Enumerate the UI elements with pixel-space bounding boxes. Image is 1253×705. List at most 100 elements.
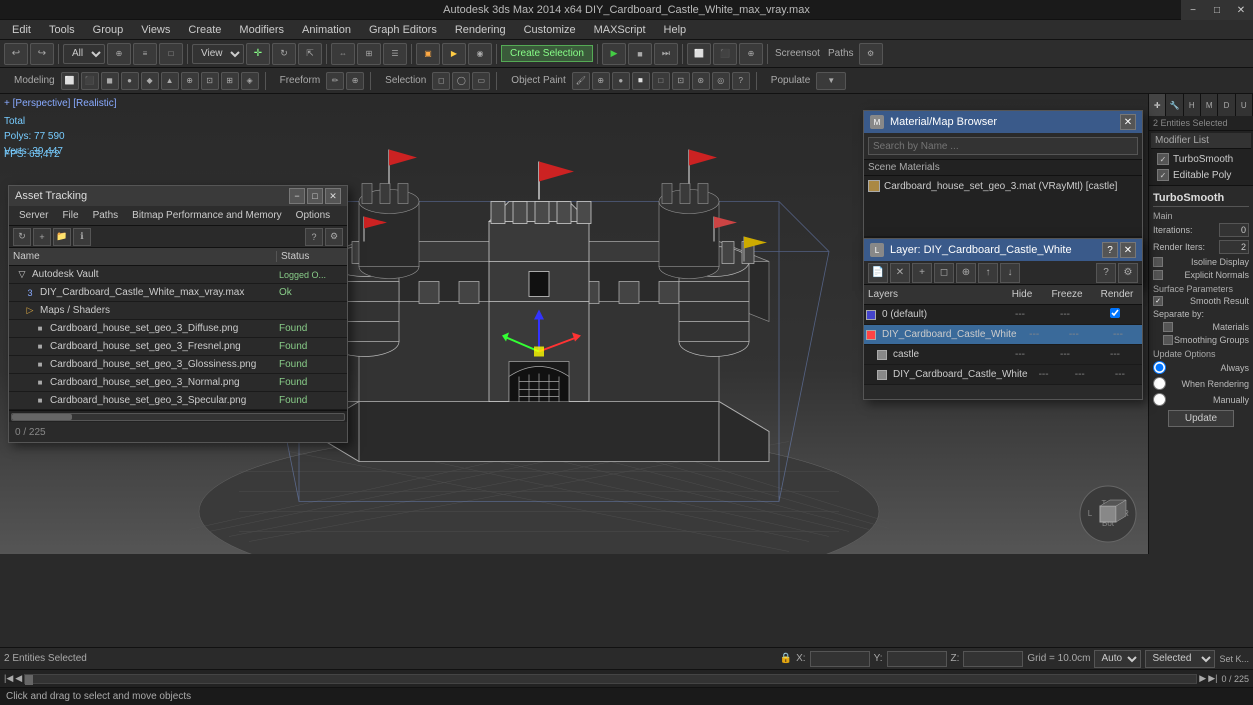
- modeling-btn7[interactable]: ⊕: [181, 72, 199, 90]
- at-menu-paths[interactable]: Paths: [87, 208, 125, 223]
- paint-btn3[interactable]: ●: [612, 72, 630, 90]
- ld-close-btn[interactable]: ✕: [1120, 242, 1136, 258]
- select-object-button[interactable]: ⊕: [107, 43, 131, 65]
- at-item-maps-folder[interactable]: ▷ Maps / Shaders: [9, 302, 347, 320]
- selection-btn2[interactable]: ◯: [452, 72, 470, 90]
- at-minimize-btn[interactable]: −: [289, 188, 305, 204]
- paint-btn1[interactable]: 🖌: [572, 72, 590, 90]
- mb-item-cardboard[interactable]: Cardboard_house_set_geo_3.mat (VRayMtl) …: [864, 176, 1142, 196]
- rotate-button[interactable]: ↻: [272, 43, 296, 65]
- menu-graph-editors[interactable]: Graph Editors: [361, 22, 445, 38]
- viewport-gizmo[interactable]: Top Bot L R: [1078, 484, 1138, 544]
- ts-render-iters-input[interactable]: [1219, 240, 1249, 254]
- at-menu-server[interactable]: Server: [13, 208, 54, 223]
- ts-when-rendering-row[interactable]: When Rendering: [1153, 377, 1249, 390]
- stop-button[interactable]: ■: [628, 43, 652, 65]
- ts-isoline-row[interactable]: Isoline Display: [1153, 257, 1249, 267]
- modifier-check[interactable]: ✓: [1157, 153, 1169, 165]
- ts-smooth-row[interactable]: Smooth Result: [1153, 296, 1249, 306]
- selection-btn1[interactable]: ◻: [432, 72, 450, 90]
- at-scrollbar[interactable]: [9, 410, 347, 422]
- at-item-fresnel[interactable]: ■ Cardboard_house_set_geo_3_Fresnel.png …: [9, 338, 347, 356]
- z-coord-input[interactable]: [963, 651, 1023, 667]
- menu-customize[interactable]: Customize: [516, 22, 584, 38]
- at-menu-options[interactable]: Options: [290, 208, 336, 223]
- at-info-btn[interactable]: ℹ: [73, 228, 91, 246]
- ts-materials-row[interactable]: Materials: [1153, 322, 1249, 332]
- ts-iterations-input[interactable]: [1219, 223, 1249, 237]
- at-folder-btn[interactable]: 📁: [53, 228, 71, 246]
- ts-smooth-checkbox[interactable]: [1153, 296, 1163, 306]
- at-menu-bitmap[interactable]: Bitmap Performance and Memory: [126, 208, 288, 223]
- rpanel-tab-hierarchy[interactable]: H: [1184, 94, 1201, 116]
- paint-btn5[interactable]: □: [652, 72, 670, 90]
- at-refresh-btn[interactable]: ↻: [13, 228, 31, 246]
- timeline-track[interactable]: [24, 674, 1197, 684]
- frame-back-btn[interactable]: |◀: [4, 673, 13, 684]
- modeling-btn2[interactable]: ⬛: [81, 72, 99, 90]
- ts-update-button[interactable]: Update: [1168, 410, 1234, 427]
- rpanel-tab-display[interactable]: D: [1218, 94, 1235, 116]
- close-button[interactable]: ✕: [1229, 0, 1253, 20]
- ld-move-dn-btn[interactable]: ↓: [1000, 263, 1020, 283]
- ld-row-diy[interactable]: DIY_Cardboard_Castle_White --- --- ---: [864, 325, 1142, 345]
- move-button[interactable]: ✛: [246, 43, 270, 65]
- rpanel-tab-utilities[interactable]: U: [1236, 94, 1253, 116]
- ld-merge-btn[interactable]: ⊕: [956, 263, 976, 283]
- material-editor-button[interactable]: ◉: [468, 43, 492, 65]
- render-frame-button[interactable]: ⬜: [687, 43, 711, 65]
- at-item-vault[interactable]: ▽ Autodesk Vault Logged O...: [9, 266, 347, 284]
- modeling-btn10[interactable]: ◈: [241, 72, 259, 90]
- at-restore-btn[interactable]: □: [307, 188, 323, 204]
- ld-row-diy2[interactable]: DIY_Cardboard_Castle_White --- --- ---: [864, 365, 1142, 385]
- select-all-dropdown[interactable]: All: [63, 44, 105, 64]
- at-item-normal[interactable]: ■ Cardboard_house_set_geo_3_Normal.png F…: [9, 374, 347, 392]
- menu-help[interactable]: Help: [656, 22, 695, 38]
- menu-views[interactable]: Views: [133, 22, 178, 38]
- rpanel-tab-modify[interactable]: 🔧: [1166, 94, 1183, 116]
- ts-manually-row[interactable]: Manually: [1153, 393, 1249, 406]
- ld-add-btn[interactable]: +: [912, 263, 932, 283]
- modeling-btn8[interactable]: ⊡: [201, 72, 219, 90]
- frame-fwd-btn[interactable]: ▶|: [1208, 673, 1217, 684]
- ts-isoline-checkbox[interactable]: [1153, 257, 1163, 267]
- at-item-specular[interactable]: ■ Cardboard_house_set_geo_3_Specular.png…: [9, 392, 347, 410]
- ld-help-toolbar-btn[interactable]: ?: [1096, 263, 1116, 283]
- next-frame-button[interactable]: ⏭: [654, 43, 678, 65]
- freeform-btn2[interactable]: ⊕: [346, 72, 364, 90]
- at-close-btn[interactable]: ✕: [325, 188, 341, 204]
- paint-btn6[interactable]: ⊡: [672, 72, 690, 90]
- paint-btn4[interactable]: ◽: [632, 72, 650, 90]
- ld-move-up-btn[interactable]: ↑: [978, 263, 998, 283]
- modifier-editablepoly[interactable]: ✓ Editable Poly: [1151, 167, 1251, 183]
- scale-button[interactable]: ⇱: [298, 43, 322, 65]
- select-region-button[interactable]: □: [159, 43, 183, 65]
- at-menu-file[interactable]: File: [56, 208, 84, 223]
- selection-btn3[interactable]: ▭: [472, 72, 490, 90]
- ld-new-layer-btn[interactable]: 📄: [868, 263, 888, 283]
- ld-default-render-check[interactable]: [1110, 308, 1120, 318]
- menu-group[interactable]: Group: [85, 22, 132, 38]
- modeling-btn1[interactable]: ⬜: [61, 72, 79, 90]
- at-scrollthumb[interactable]: [12, 414, 72, 420]
- screenshot-settings-button[interactable]: ⚙: [859, 43, 883, 65]
- freeform-btn1[interactable]: ✏: [326, 72, 344, 90]
- modifier-check2[interactable]: ✓: [1157, 169, 1169, 181]
- at-add-btn[interactable]: +: [33, 228, 51, 246]
- modeling-btn3[interactable]: ◼: [101, 72, 119, 90]
- ld-help-btn[interactable]: ?: [1102, 242, 1118, 258]
- ld-select-btn[interactable]: ◻: [934, 263, 954, 283]
- redo-button[interactable]: ↪: [30, 43, 54, 65]
- at-scrolltrack[interactable]: [11, 413, 345, 421]
- maximize-button[interactable]: □: [1205, 0, 1229, 20]
- ts-explicit-checkbox[interactable]: [1153, 270, 1163, 280]
- render-setup-button[interactable]: ▣: [416, 43, 440, 65]
- menu-create[interactable]: Create: [180, 22, 229, 38]
- ts-smoothing-checkbox[interactable]: [1163, 335, 1173, 345]
- mb-close-button[interactable]: ✕: [1120, 114, 1136, 130]
- menu-edit[interactable]: Edit: [4, 22, 39, 38]
- ld-settings-btn[interactable]: ⚙: [1118, 263, 1138, 283]
- modeling-btn6[interactable]: ▲: [161, 72, 179, 90]
- menu-tools[interactable]: Tools: [41, 22, 83, 38]
- render-region-button[interactable]: ⬛: [713, 43, 737, 65]
